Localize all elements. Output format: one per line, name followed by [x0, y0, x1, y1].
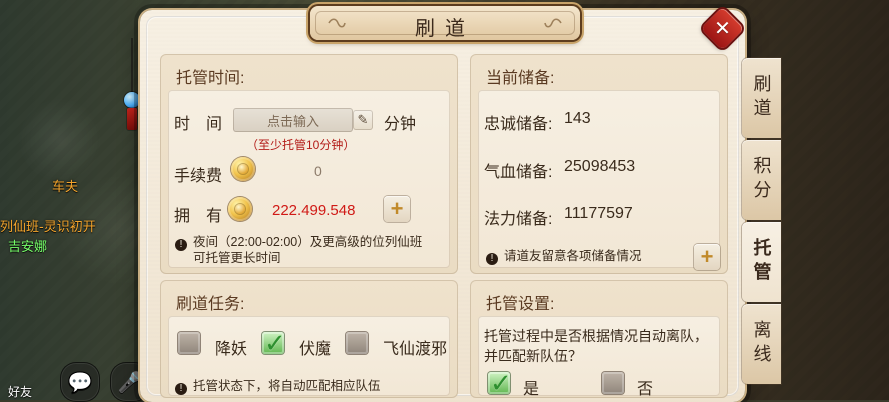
pencil-icon: ✎ — [357, 112, 369, 127]
task-label-xiangyao: 降妖 — [215, 341, 248, 358]
plus-icon: + — [390, 196, 404, 221]
chat-button[interactable]: 💬 — [60, 362, 100, 402]
have-value: 222.499.548 — [272, 202, 356, 219]
task-label-feixian: 飞仙渡邪 — [383, 341, 448, 358]
edit-time-button[interactable]: ✎ — [353, 110, 373, 130]
add-reserves-button[interactable]: + — [694, 244, 720, 270]
tab-shuadao[interactable]: 刷道 — [742, 58, 781, 138]
hosting-time-note-line2: 可托管更长时间 — [193, 251, 281, 265]
fee-coin-icon — [231, 157, 255, 181]
task-label-fumo: 伏魔 — [299, 341, 332, 358]
hp-reserve-label: 气血储备: — [484, 164, 553, 181]
auto-leave-question-line1: 托管过程中是否根据情况自动离队， — [484, 328, 708, 344]
check-icon: ✓ — [490, 368, 512, 398]
window-title-bar: 刷道 — [310, 6, 580, 40]
tasks-note: ! 托管状态下，将自动匹配相应队伍 — [175, 378, 450, 395]
tab-lixian[interactable]: 离线 — [742, 304, 781, 384]
loyalty-value: 143 — [564, 110, 591, 127]
hosting-settings-title: 托管设置: — [486, 296, 555, 313]
close-button[interactable]: ✕ — [700, 6, 745, 51]
check-icon: ✓ — [264, 328, 286, 358]
info-icon: ! — [486, 253, 498, 265]
reserves-note: ! 请道友留意各项储备情况 — [486, 248, 696, 265]
info-icon: ! — [175, 383, 187, 395]
tasks-title: 刷道任务: — [176, 296, 245, 313]
auto-leave-no-label: 否 — [637, 381, 654, 398]
auto-leave-yes-label: 是 — [523, 381, 540, 398]
mana-reserve-label: 法力储备: — [484, 211, 553, 228]
info-icon: ! — [175, 239, 187, 251]
time-label: 时 间 — [174, 116, 223, 133]
ornament-gem — [124, 92, 140, 108]
auto-leave-question-line2: 并匹配新队伍？ — [484, 348, 582, 364]
reserves-note-text: 请道友留意各项储备情况 — [504, 249, 642, 263]
time-hint: （至少托管10分钟） — [246, 138, 356, 152]
hp-reserve-value: 25098453 — [564, 158, 636, 175]
ornament-tassel — [127, 108, 137, 130]
tab-lixian-label: 离线 — [751, 320, 772, 368]
hosting-time-note-line1: 夜间（22:00-02:00）及更高级的位列仙班 — [193, 235, 423, 249]
tab-jifen[interactable]: 积分 — [742, 140, 781, 220]
have-label: 拥 有 — [174, 208, 223, 225]
tab-jifen-label: 积分 — [751, 156, 772, 204]
plus-icon: + — [700, 244, 714, 269]
auto-leave-yes-checkbox[interactable]: ✓ — [488, 368, 512, 398]
auto-leave-question: 托管过程中是否根据情况自动离队， 并匹配新队伍？ — [484, 326, 722, 366]
fee-value: 0 — [314, 163, 322, 179]
window-title: 刷道 — [415, 18, 475, 40]
title-ornament-right — [544, 18, 562, 28]
loyalty-label: 忠诚储备: — [484, 116, 553, 133]
tab-tuoguan-label: 托管 — [751, 238, 772, 286]
task-checkbox-xiangyao[interactable] — [178, 332, 200, 354]
have-coin-icon — [228, 197, 252, 221]
mana-reserve-value: 11177597 — [564, 205, 633, 222]
time-input[interactable]: 点击输入 — [233, 108, 353, 132]
hosting-time-title: 托管时间: — [176, 70, 245, 87]
chat-icon: 💬 — [67, 371, 93, 394]
task-checkbox-fumo[interactable]: ✓ — [262, 328, 286, 358]
window-hanging-ornament — [122, 38, 142, 130]
time-input-placeholder: 点击输入 — [266, 113, 319, 129]
time-unit: 分钟 — [384, 116, 417, 133]
task-checkbox-feixian[interactable] — [346, 332, 368, 354]
close-icon: ✕ — [714, 18, 731, 40]
npc-name: 车夫 — [52, 180, 79, 195]
player-title-line: 列仙班-灵识初开 — [0, 220, 96, 235]
fee-label: 手续费 — [174, 168, 223, 185]
player-name: 吉安娜 — [8, 240, 48, 255]
current-reserves-title: 当前储备: — [486, 70, 555, 87]
hosting-time-note: ! 夜间（22:00-02:00）及更高级的位列仙班 可托管更长时间 — [175, 234, 450, 266]
friends-partial-label: 好友 — [8, 385, 33, 399]
tab-shuadao-label: 刷道 — [751, 74, 772, 122]
tab-tuoguan[interactable]: 托管 — [742, 222, 781, 302]
tasks-note-text: 托管状态下，将自动匹配相应队伍 — [193, 379, 381, 393]
add-funds-button[interactable]: + — [384, 196, 410, 222]
auto-leave-no-checkbox[interactable] — [602, 372, 624, 394]
